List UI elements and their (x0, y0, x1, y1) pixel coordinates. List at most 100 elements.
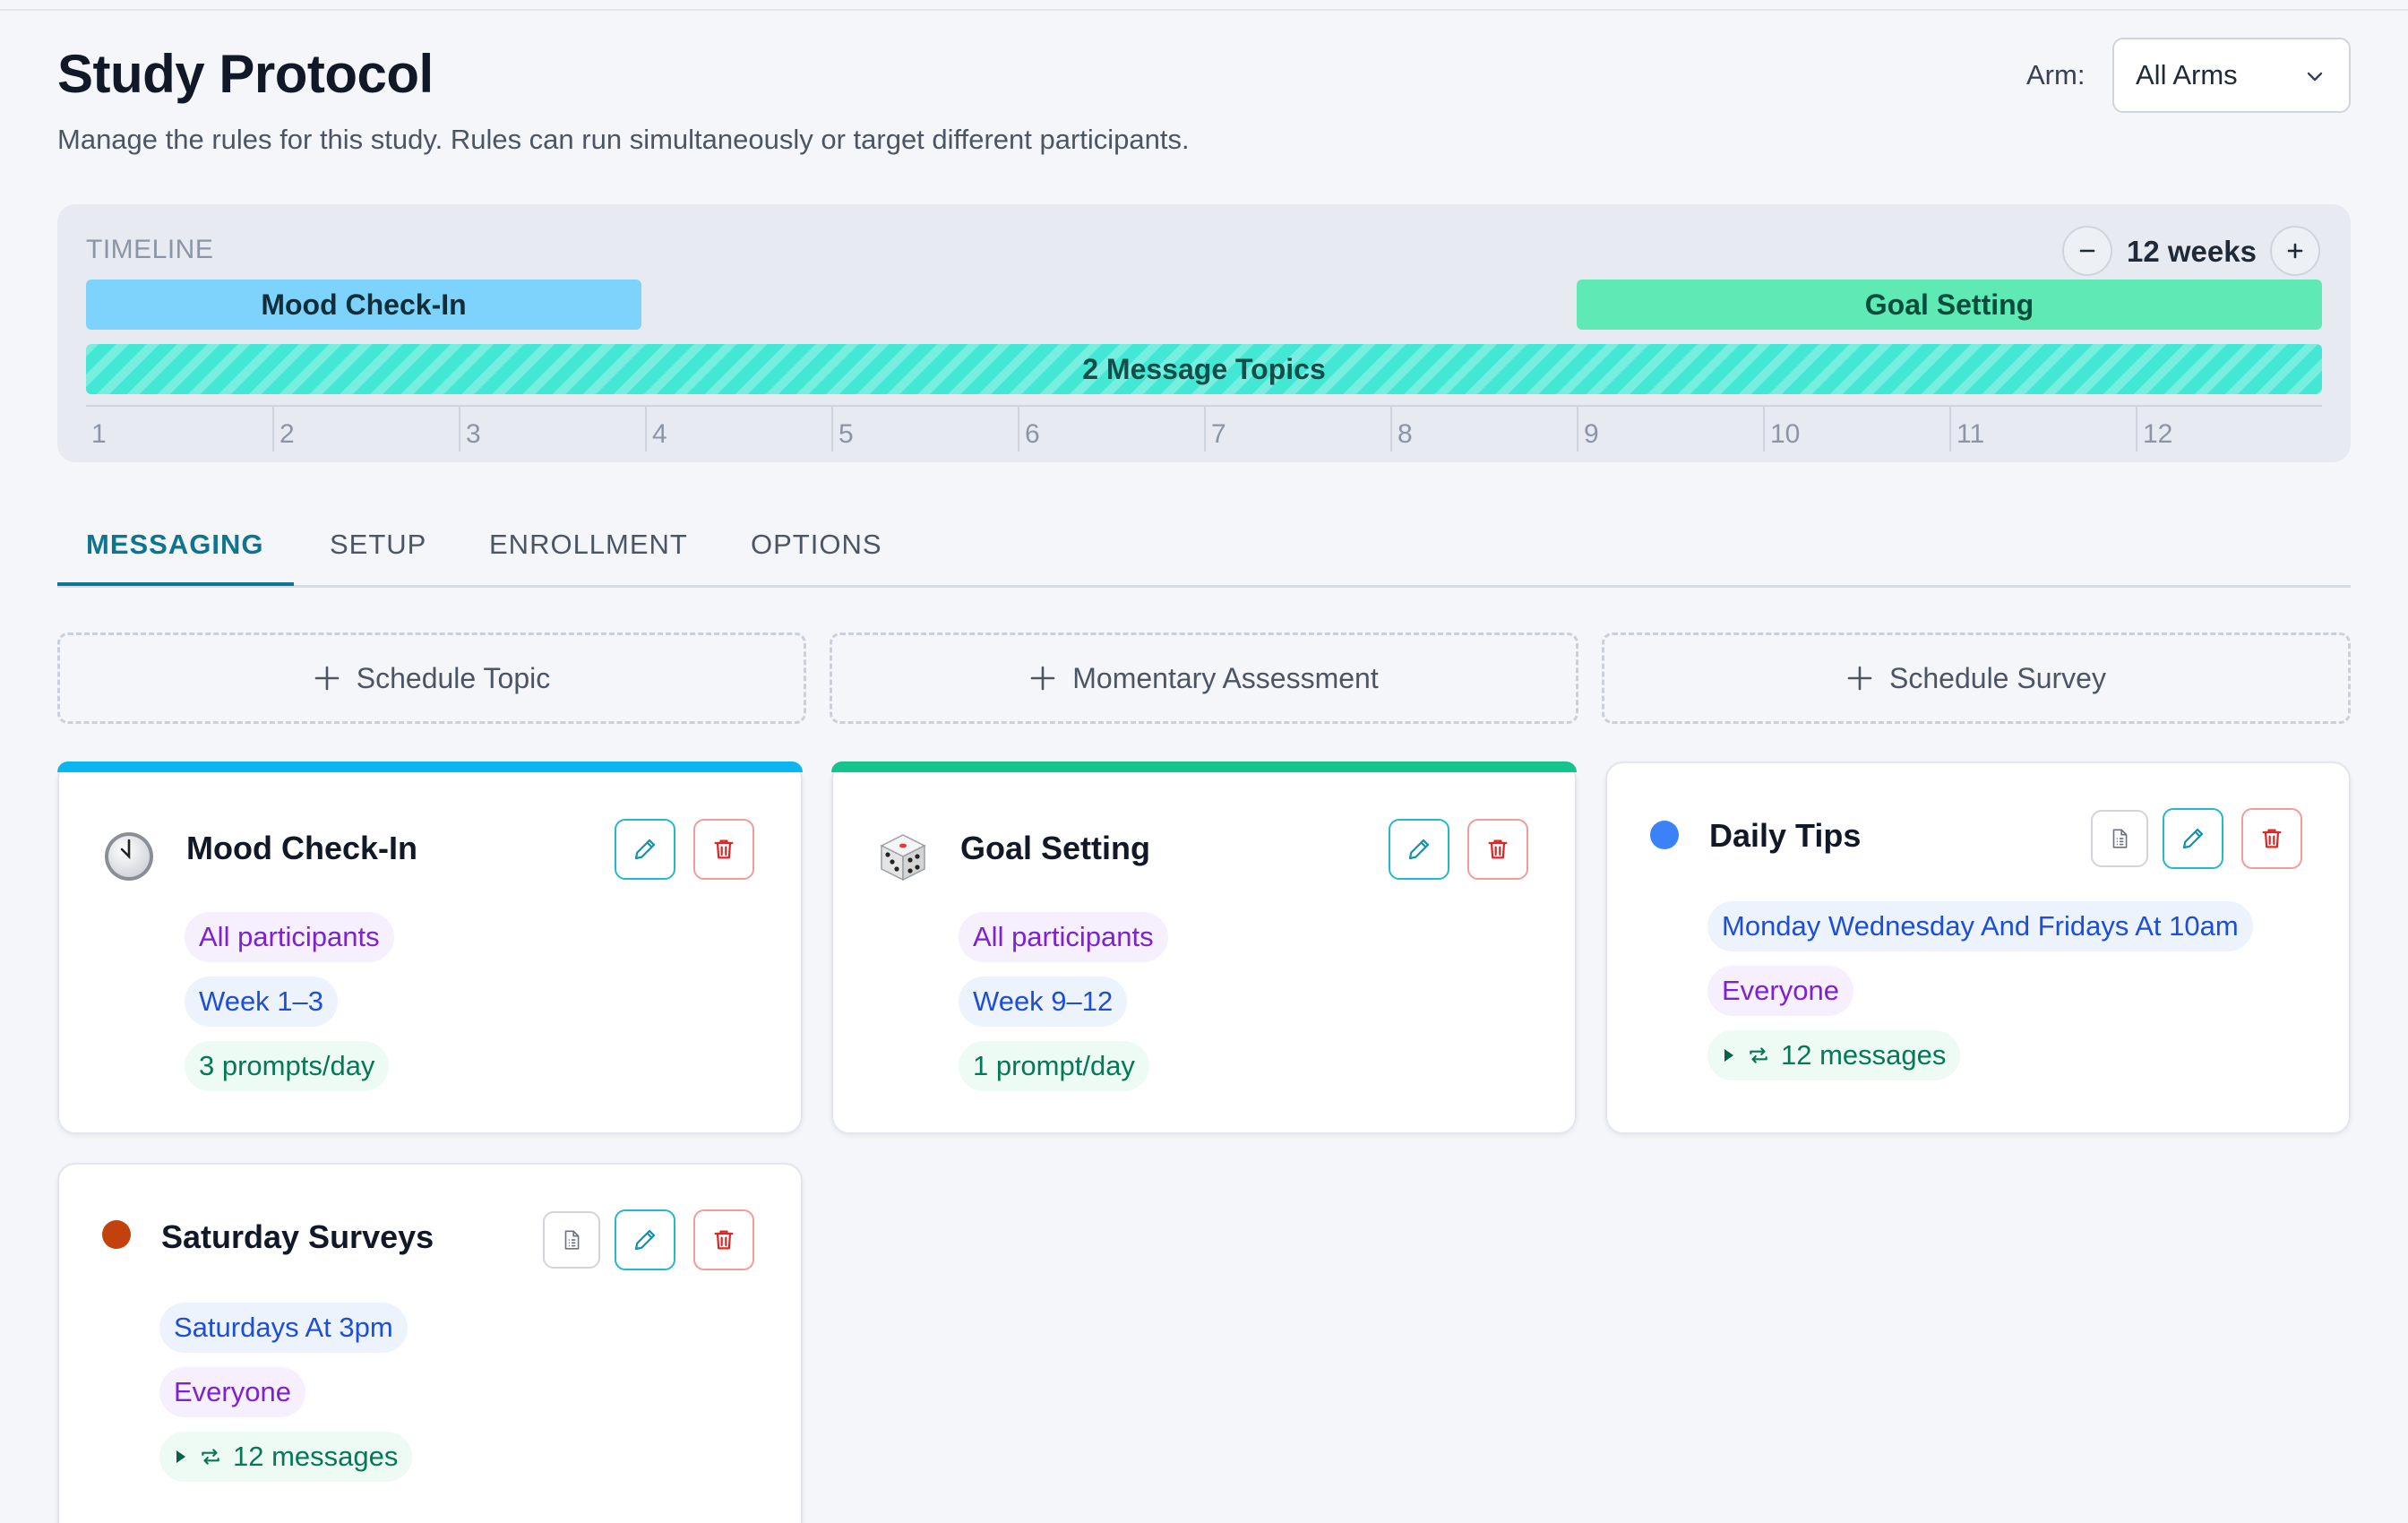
pencil-icon (634, 1229, 656, 1251)
chip-label: All participants (199, 921, 380, 952)
tick-label: 3 (466, 419, 481, 449)
repeat-icon (1750, 1047, 1767, 1063)
arm-select-value: All Arms (2136, 59, 2238, 90)
audience-chip: All participants (185, 912, 394, 962)
timeline-tick: 12 (2136, 407, 2322, 452)
rule-card-daily-tips: Daily Tips Monday Wednesday And Fridays … (1605, 762, 2351, 1134)
tab-bar: MESSAGING SETUP ENROLLMENT OPTIONS (57, 516, 2351, 588)
schedule-chip: Monday Wednesday And Fridays At 10am (1707, 901, 2253, 951)
tab-setup[interactable]: SETUP (330, 529, 426, 561)
plus-icon (1847, 666, 1872, 691)
timeline-bar-label: 2 Message Topics (1082, 352, 1326, 385)
button-label: Schedule Survey (1889, 661, 2106, 694)
chip-label: 12 messages (233, 1441, 399, 1472)
caret-right-icon (176, 1450, 185, 1463)
card-title: Daily Tips (1709, 817, 1862, 854)
clock-icon (105, 832, 153, 881)
dice-icon (880, 834, 926, 882)
chip-label: Week 1–3 (199, 985, 324, 1017)
frequency-chip: 3 prompts/day (185, 1041, 390, 1091)
rule-card-goal-setting: Goal Setting All participants Week 9–12 … (831, 762, 1577, 1134)
zoom-in-button[interactable] (2270, 226, 2320, 276)
tab-enrollment[interactable]: ENROLLMENT (489, 529, 688, 561)
timeline-tick: 6 (1018, 407, 1204, 452)
page-title: Study Protocol (57, 44, 434, 104)
repeat-icon (202, 1449, 219, 1465)
timeline-tick: 1 (86, 407, 272, 452)
audience-chip: Everyone (1707, 966, 1853, 1016)
tab-messaging[interactable]: MESSAGING (86, 529, 263, 561)
timeline-tick: 4 (645, 407, 831, 452)
chip-label: All participants (973, 921, 1154, 952)
tick-label: 12 (2143, 419, 2173, 449)
timeline-label: TIMELINE (86, 235, 214, 264)
chip-label: Week 9–12 (973, 985, 1114, 1017)
schedule-survey-button[interactable]: Schedule Survey (1602, 632, 2351, 724)
timeline-tick: 3 (459, 407, 645, 452)
page-subtitle: Manage the rules for this study. Rules c… (57, 124, 1190, 155)
chip-label: 3 prompts/day (199, 1050, 375, 1081)
timeline-tick: 7 (1204, 407, 1390, 452)
timeline-bar-goal-setting[interactable]: Goal Setting (1577, 280, 2322, 330)
pencil-icon (1408, 839, 1430, 860)
chip-label: Monday Wednesday And Fridays At 10am (1722, 910, 2239, 942)
chip-label: 1 prompt/day (973, 1050, 1135, 1081)
tick-label: 11 (1956, 419, 1985, 449)
edit-button[interactable] (615, 819, 675, 880)
arm-label: Arm: (2026, 59, 2086, 90)
tick-label: 1 (91, 419, 107, 449)
delete-button[interactable] (2241, 808, 2302, 869)
timeline-bar-message-topics[interactable]: 2 Message Topics (86, 344, 2322, 394)
button-label: Momentary Assessment (1072, 661, 1379, 694)
status-dot (102, 1220, 131, 1249)
timeline-panel: TIMELINE 12 weeks Mood Check-In Goal Set… (57, 204, 2351, 462)
caret-right-icon (1724, 1049, 1733, 1062)
button-label: Schedule Topic (356, 661, 551, 694)
schedule-topic-button[interactable]: Schedule Topic (57, 632, 806, 724)
view-document-button[interactable] (2091, 810, 2148, 867)
timeline-tick: 8 (1390, 407, 1577, 452)
pencil-icon (2182, 828, 2204, 849)
zoom-out-button[interactable] (2062, 226, 2112, 276)
card-title: Goal Setting (960, 830, 1151, 866)
view-document-button[interactable] (543, 1211, 600, 1269)
trash-icon (1488, 839, 1508, 859)
top-divider (0, 9, 2408, 11)
chevron-down-icon (2307, 72, 2323, 82)
edit-button[interactable] (1389, 819, 1449, 880)
chip-label: Saturdays At 3pm (174, 1312, 393, 1343)
trash-icon (714, 839, 734, 859)
timeline-tick: 2 (272, 407, 459, 452)
timeline-tick: 9 (1577, 407, 1763, 452)
tick-label: 8 (1398, 419, 1413, 449)
schedule-chip: Saturdays At 3pm (159, 1303, 408, 1353)
tick-label: 2 (280, 419, 295, 449)
delete-button[interactable] (693, 1209, 754, 1270)
card-title: Saturday Surveys (161, 1218, 434, 1255)
edit-button[interactable] (2163, 808, 2223, 869)
card-accent-bar (57, 762, 803, 772)
tick-label: 9 (1584, 419, 1599, 449)
messages-toggle[interactable]: 12 messages (1707, 1030, 1961, 1080)
tick-label: 4 (652, 419, 667, 449)
active-tab-indicator (57, 582, 294, 586)
delete-button[interactable] (693, 819, 754, 880)
trash-icon (714, 1230, 734, 1250)
weeks-chip: Week 9–12 (959, 977, 1128, 1027)
delete-button[interactable] (1467, 819, 1528, 880)
timeline-tick: 5 (831, 407, 1018, 452)
momentary-assessment-button[interactable]: Momentary Assessment (830, 632, 1578, 724)
plus-icon (2287, 243, 2303, 259)
arm-select[interactable]: All Arms (2112, 38, 2351, 113)
rule-card-saturday-surveys: Saturday Surveys Saturdays At 3pm Everyo… (57, 1163, 803, 1523)
tick-label: 6 (1025, 419, 1040, 449)
timeline-bar-mood-check-in[interactable]: Mood Check-In (86, 280, 641, 330)
edit-button[interactable] (615, 1209, 675, 1270)
card-accent-bar (831, 762, 1577, 772)
timeline-tick: 11 (1949, 407, 2136, 452)
weeks-chip: Week 1–3 (185, 977, 339, 1027)
document-icon (564, 1230, 580, 1250)
tab-options[interactable]: OPTIONS (751, 529, 882, 561)
timeline-bar-label: Mood Check-In (261, 288, 467, 321)
messages-toggle[interactable]: 12 messages (159, 1432, 413, 1482)
